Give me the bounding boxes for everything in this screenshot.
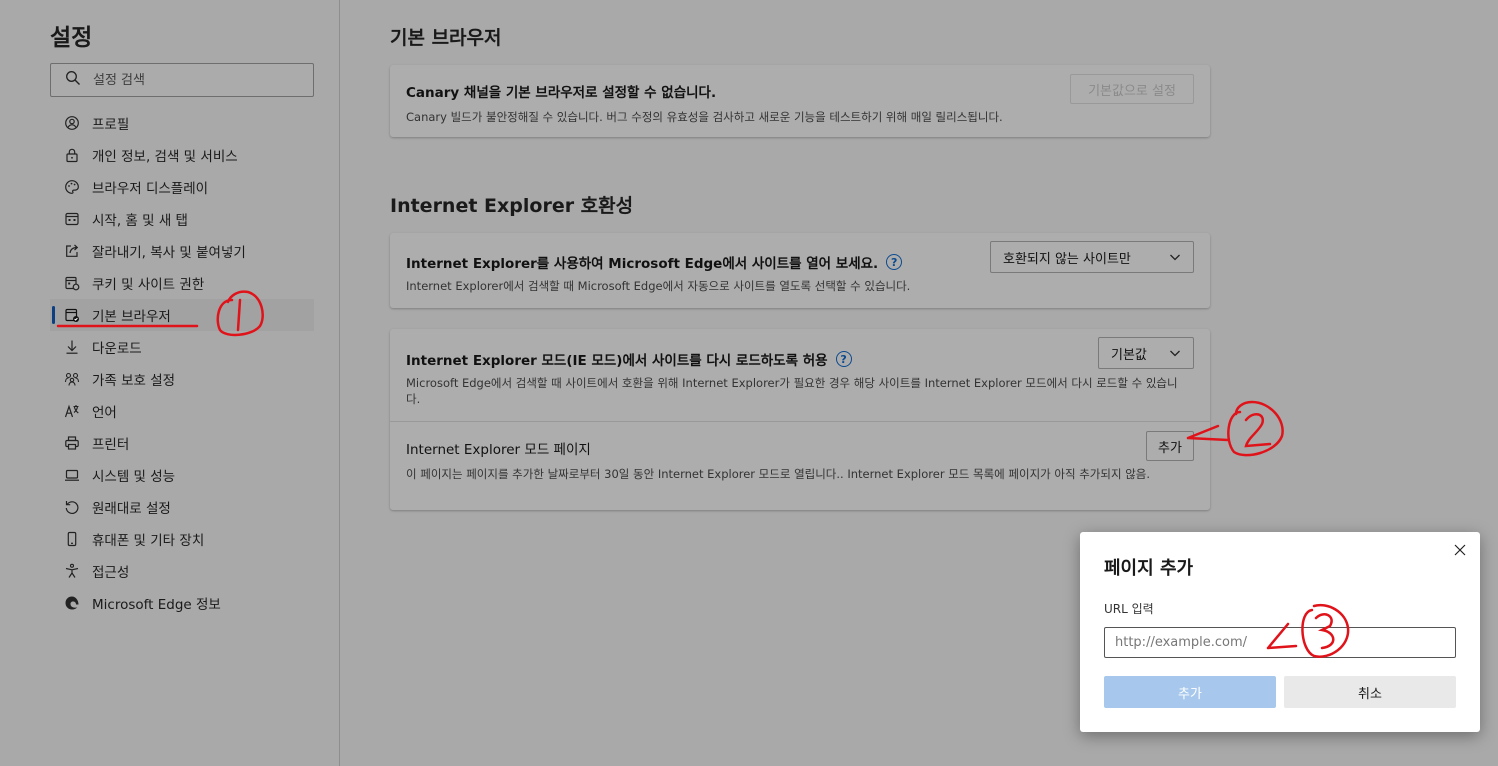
close-icon[interactable] [1452,542,1468,558]
ie-open-dropdown[interactable]: 호환되지 않는 사이트만 [990,241,1194,273]
dialog-add-button[interactable]: 추가 [1104,676,1276,708]
settings-nav: 프로필 개인 정보, 검색 및 서비스 브라우저 디스플레이 시작, 홈 및 새… [50,107,314,619]
add-page-button[interactable]: 추가 [1146,431,1194,461]
sidebar-item-devices[interactable]: 휴대폰 및 기타 장치 [50,523,314,555]
sidebar-item-accessibility[interactable]: 접근성 [50,555,314,587]
sidebar-item-label: 접근성 [92,565,130,581]
sidebar-item-label: 휴대폰 및 기타 장치 [92,533,205,549]
tab-grid-icon [64,211,80,227]
sidebar-item-label: 다운로드 [92,341,142,357]
sidebar-item-profile[interactable]: 프로필 [50,107,314,139]
chevron-down-icon [1169,251,1181,263]
make-default-button[interactable]: 기본값으로 설정 [1070,74,1194,104]
sidebar-item-printers[interactable]: 프린터 [50,427,314,459]
sidebar-item-share[interactable]: 잘라내기, 복사 및 붙여넣기 [50,235,314,267]
ie-open-row: Internet Explorer를 사용하여 Microsoft Edge에서… [390,233,1210,308]
help-icon[interactable]: ? [835,351,852,367]
default-browser-title: 기본 브라우저 [390,27,502,49]
search-input[interactable] [93,72,293,88]
sidebar-item-about[interactable]: Microsoft Edge 정보 [50,587,314,619]
sidebar-item-default-browser[interactable]: 기본 브라우저 [50,299,314,331]
ie-reload-dropdown[interactable]: 기본값 [1098,337,1194,369]
edge-logo-icon [64,595,80,611]
sidebar-item-label: 원래대로 설정 [92,501,171,517]
dropdown-value: 기본값 [1111,347,1147,363]
sidebar-item-label: 프린터 [92,437,130,453]
sidebar-item-label: 시작, 홈 및 새 탭 [92,213,188,229]
sidebar-item-privacy[interactable]: 개인 정보, 검색 및 서비스 [50,139,314,171]
ie-pages-row-title: Internet Explorer 모드 페이지 [406,442,591,458]
sidebar-item-label: 가족 보호 설정 [92,373,176,389]
sidebar-item-downloads[interactable]: 다운로드 [50,331,314,363]
dropdown-value: 호환되지 않는 사이트만 [1003,251,1131,267]
ie-open-row-desc: Internet Explorer에서 검색할 때 Microsoft Edge… [406,279,911,293]
share-icon [64,243,80,259]
lock-icon [64,147,80,163]
ie-compat-title: Internet Explorer 호환성 [390,195,634,217]
sidebar-item-label: 개인 정보, 검색 및 서비스 [92,149,238,165]
ie-open-card: Internet Explorer를 사용하여 Microsoft Edge에서… [390,233,1210,308]
url-label: URL 입력 [1104,602,1154,616]
search-icon [65,70,81,90]
sidebar-item-system[interactable]: 시스템 및 성능 [50,459,314,491]
sidebar-item-label: Microsoft Edge 정보 [92,597,221,613]
sidebar-item-label: 쿠키 및 사이트 권한 [92,277,205,293]
profile-icon [64,115,80,131]
sidebar: 설정 프로필 개인 정보, 검색 및 서비스 브라우저 디스플레이 시작, 홈 … [0,0,340,766]
sidebar-item-reset[interactable]: 원래대로 설정 [50,491,314,523]
sidebar-item-label: 시스템 및 성능 [92,469,176,485]
sidebar-item-label: 프로필 [92,117,130,133]
ie-reload-row: Internet Explorer 모드(IE 모드)에서 사이트를 다시 로드… [390,329,1210,421]
default-browser-card: Canary 채널을 기본 브라우저로 설정할 수 없습니다. Canary 빌… [390,65,1210,137]
accessibility-icon [64,563,80,579]
default-browser-icon [64,307,80,323]
sidebar-item-label: 브라우저 디스플레이 [92,181,209,197]
ie-open-title-text: Internet Explorer를 사용하여 Microsoft Edge에서… [406,256,879,272]
sidebar-item-label: 기본 브라우저 [92,309,171,325]
sidebar-item-start-home[interactable]: 시작, 홈 및 새 탭 [50,203,314,235]
phone-icon [64,531,80,547]
sidebar-item-label: 언어 [92,405,117,421]
sidebar-item-cookies[interactable]: 쿠키 및 사이트 권한 [50,267,314,299]
ie-reload-row-desc: Microsoft Edge에서 검색할 때 사이트에서 호환을 위해 Inte… [406,376,1178,406]
palette-icon [64,179,80,195]
site-permissions-icon [64,275,80,291]
settings-search[interactable] [50,63,314,97]
sidebar-item-label: 잘라내기, 복사 및 붙여넣기 [92,245,246,261]
dialog-cancel-button[interactable]: 취소 [1284,676,1456,708]
ie-pages-row: Internet Explorer 모드 페이지 이 페이지는 페이지를 추가한… [390,421,1210,510]
settings-title: 설정 [50,25,93,51]
download-icon [64,339,80,355]
default-browser-row-desc: Canary 빌드가 불안정해질 수 있습니다. 버그 수정의 유효성을 검사하… [406,110,1003,124]
ie-pages-row-desc: 이 페이지는 페이지를 추가한 날짜로부터 30일 동안 Internet Ex… [406,467,1151,481]
printer-icon [64,435,80,451]
sidebar-item-appearance[interactable]: 브라우저 디스플레이 [50,171,314,203]
reset-icon [64,499,80,515]
add-page-dialog: 페이지 추가 URL 입력 추가 취소 [1080,532,1480,732]
dialog-title: 페이지 추가 [1104,558,1194,579]
ie-mode-card: Internet Explorer 모드(IE 모드)에서 사이트를 다시 로드… [390,329,1210,510]
ie-reload-title-text: Internet Explorer 모드(IE 모드)에서 사이트를 다시 로드… [406,353,828,369]
chevron-down-icon [1169,347,1181,359]
help-icon[interactable]: ? [886,254,903,270]
sidebar-item-language[interactable]: 언어 [50,395,314,427]
sidebar-item-family[interactable]: 가족 보호 설정 [50,363,314,395]
laptop-icon [64,467,80,483]
default-browser-row: Canary 채널을 기본 브라우저로 설정할 수 없습니다. Canary 빌… [390,65,1210,139]
url-input[interactable] [1104,627,1456,658]
language-icon [64,403,80,419]
family-icon [64,371,80,387]
ie-reload-row-title: Internet Explorer 모드(IE 모드)에서 사이트를 다시 로드… [406,349,1194,369]
